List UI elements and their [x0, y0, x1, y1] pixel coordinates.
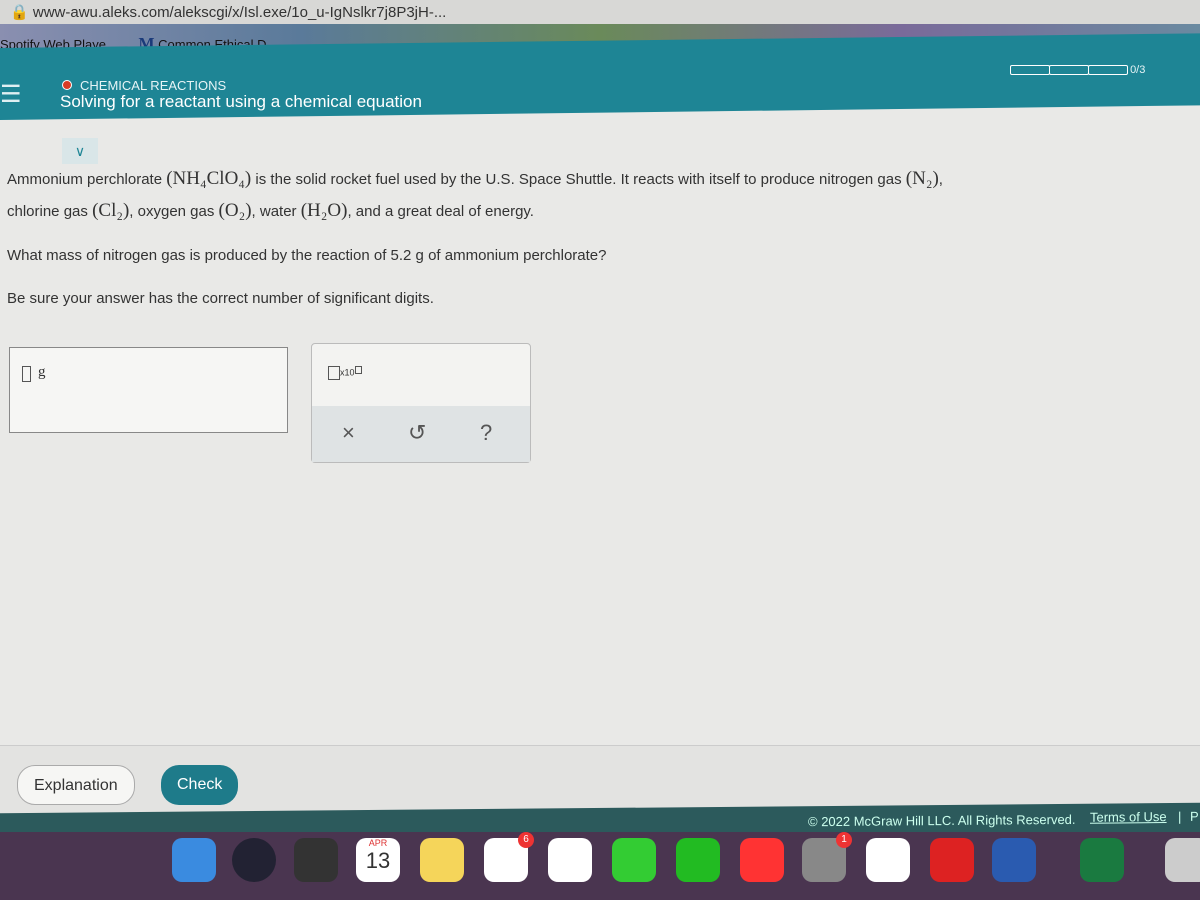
scientific-notation-button[interactable]: x10 [328, 366, 362, 380]
check-button[interactable]: Check [161, 765, 239, 805]
unit-label: g [38, 364, 46, 380]
question-text: What mass of nitrogen gas is produced by… [7, 247, 607, 264]
system-settings-icon[interactable]: 1 [802, 832, 852, 882]
math-tools-panel: x10 × ↺ ? [311, 343, 531, 463]
hamburger-menu-icon[interactable]: ☰ [0, 80, 22, 109]
terms-link[interactable]: Terms of Use [1090, 809, 1167, 825]
photo-booth-icon[interactable] [930, 838, 974, 882]
word-icon[interactable] [992, 838, 1036, 882]
privacy-link[interactable]: P [1190, 809, 1199, 824]
topic-label: CHEMICAL REACTIONS [62, 78, 226, 93]
clear-x-icon[interactable]: × [342, 420, 355, 446]
excel-icon[interactable] [1080, 838, 1124, 882]
explanation-button[interactable]: Explanation [17, 765, 135, 805]
status-dot-icon [62, 80, 72, 90]
badge: 1 [836, 832, 852, 848]
progress-indicator: 0/3 [1010, 64, 1145, 76]
messages-icon[interactable] [612, 838, 656, 882]
badge: 6 [518, 832, 534, 848]
reminders-icon[interactable]: 6 [484, 832, 534, 882]
answer-cursor[interactable] [22, 366, 31, 382]
music-icon[interactable] [740, 838, 784, 882]
calendar-icon[interactable]: APR 13 [356, 838, 400, 882]
lock-icon: 🔒 [10, 4, 33, 21]
answer-input[interactable]: g [9, 347, 288, 433]
finder-icon[interactable] [172, 838, 216, 882]
undo-icon[interactable]: ↺ [408, 420, 426, 446]
help-icon[interactable]: ? [480, 420, 492, 446]
photos-icon[interactable] [548, 838, 592, 882]
collapse-chevron-icon[interactable]: ∨ [62, 138, 98, 164]
sig-fig-note: Be sure your answer has the correct numb… [7, 290, 434, 307]
problem-line-1: Ammonium perchlorate (NH₄ClO₄) is the so… [7, 168, 943, 189]
notes-icon[interactable] [420, 838, 464, 882]
page-title: Solving for a reactant using a chemical … [60, 92, 422, 111]
problem-line-2: chlorine gas (Cl₂), oxygen gas (O₂), wat… [7, 200, 534, 221]
address-bar[interactable]: 🔒 www-awu.aleks.com/alekscgi/x/Isl.exe/1… [0, 0, 1200, 24]
facetime-icon[interactable] [676, 838, 720, 882]
launchpad-icon[interactable] [294, 838, 338, 882]
chrome-icon[interactable] [866, 838, 910, 882]
trash-icon[interactable] [1165, 838, 1200, 882]
siri-icon[interactable] [232, 838, 276, 882]
